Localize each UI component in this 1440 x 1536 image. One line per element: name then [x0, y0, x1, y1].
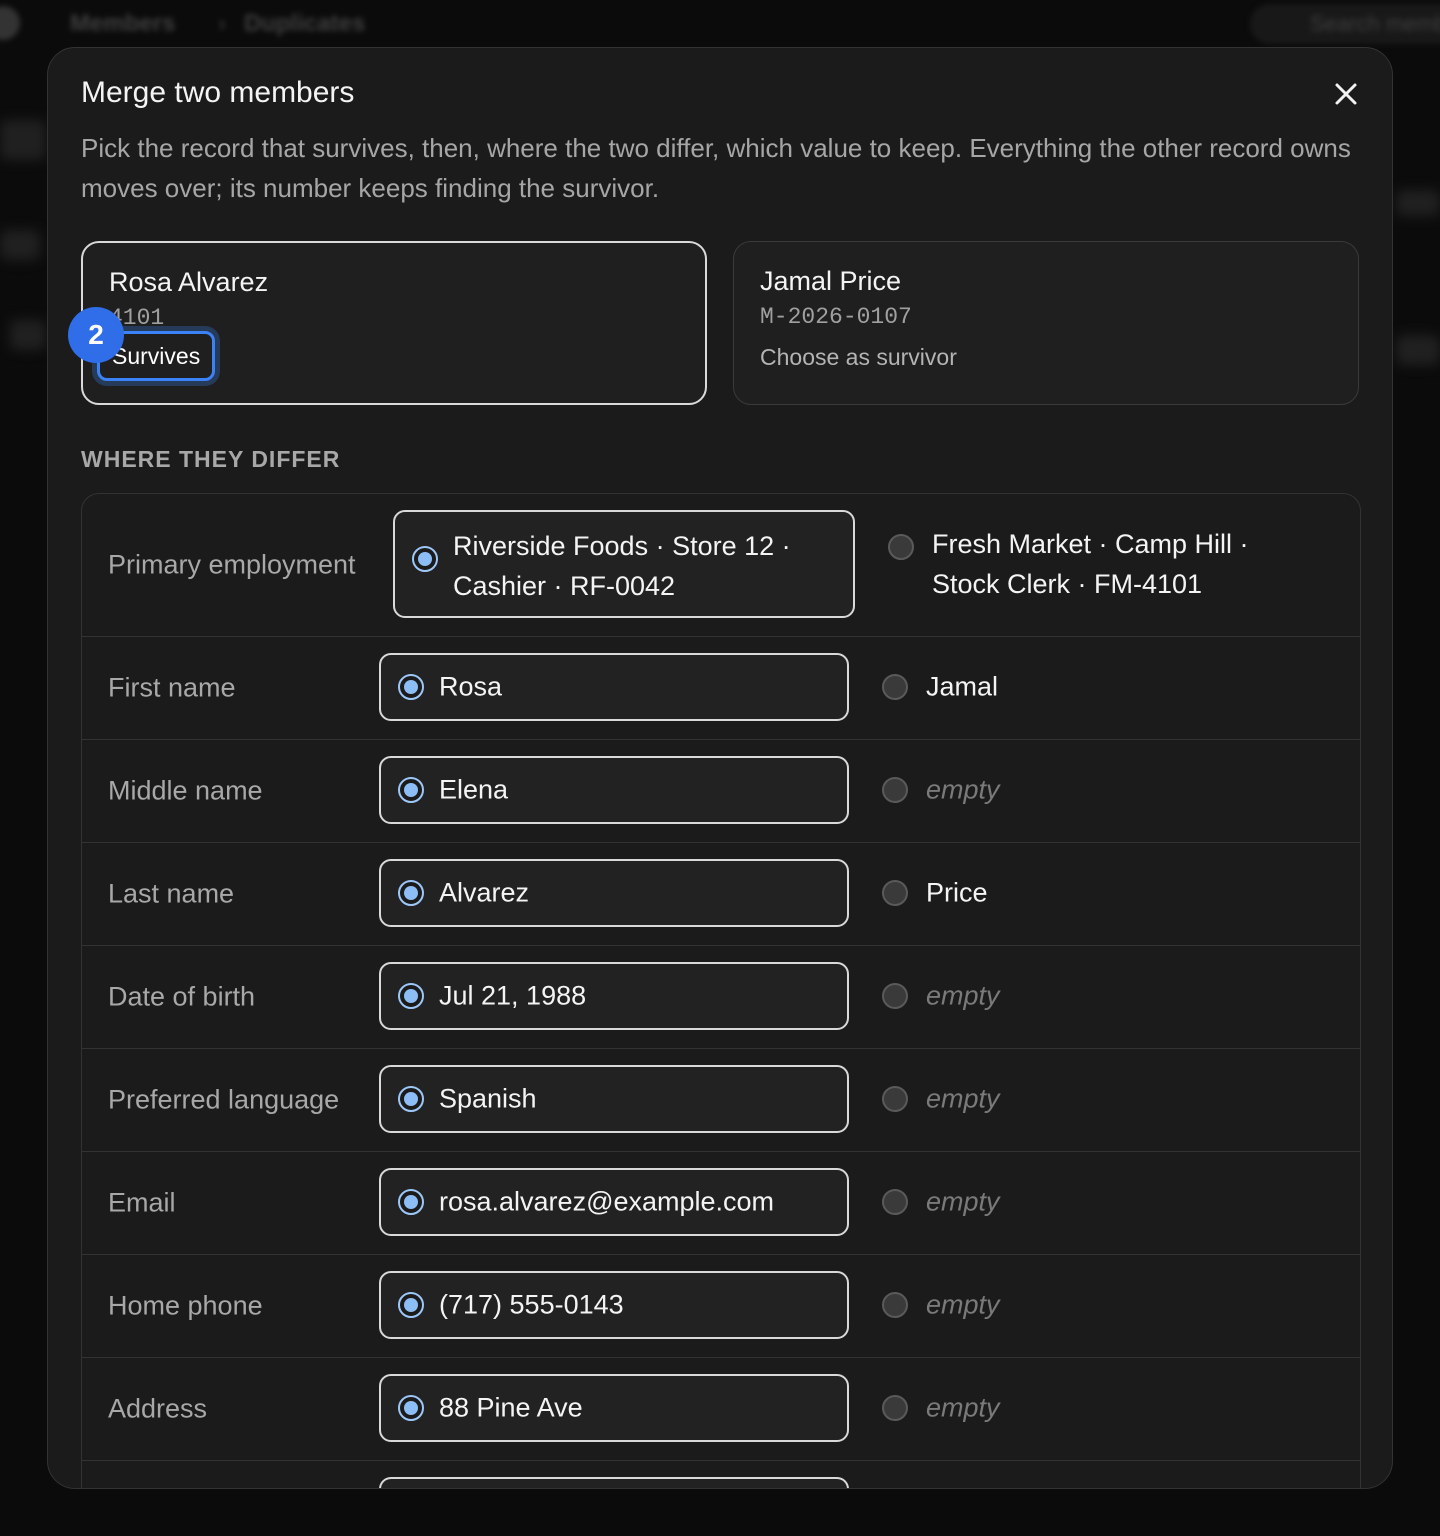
radio-selected-icon[interactable] — [412, 546, 438, 572]
radio-selected-icon[interactable] — [398, 983, 424, 1009]
radio-selected-icon[interactable] — [398, 1189, 424, 1215]
radio-selected-icon[interactable] — [398, 1292, 424, 1318]
radio-selected-icon[interactable] — [398, 1086, 424, 1112]
value-a: Alvarez — [439, 877, 530, 908]
option-b[interactable]: Jamal — [882, 653, 1312, 721]
option-b[interactable]: Fresh Market · Camp Hill · Stock Clerk ·… — [888, 510, 1308, 618]
background-breadcrumb-duplicates: Duplicates — [244, 10, 366, 37]
value-a: rosa.alvarez@example.com — [439, 1186, 775, 1217]
option-b[interactable]: empty — [882, 962, 1312, 1030]
option-b[interactable]: empty — [882, 1065, 1312, 1133]
section-label: WHERE THEY DIFFER — [81, 446, 341, 472]
field-label: Date of birth — [108, 981, 256, 1012]
field-label: Home phone — [108, 1290, 263, 1321]
diff-row-cut-off — [82, 1461, 1360, 1488]
background-breadcrumb-members: Members — [70, 10, 176, 37]
diff-row-first-name: First name Rosa Jamal — [82, 637, 1360, 740]
diff-row-date-of-birth: Date of birth Jul 21, 1988 empty — [82, 946, 1360, 1049]
background-breadcrumb-separator: › — [218, 10, 226, 37]
value-a: Rosa — [439, 671, 503, 702]
option-a[interactable]: Elena — [379, 756, 849, 824]
diff-row-last-name: Last name Alvarez Price — [82, 843, 1360, 946]
member-name: Rosa Alvarez — [109, 267, 269, 297]
dialog-description: Pick the record that survives, then, whe… — [81, 133, 1351, 203]
option-a[interactable]: Rosa — [379, 653, 849, 721]
diff-row-middle-name: Middle name Elena empty — [82, 740, 1360, 843]
option-a[interactable]: rosa.alvarez@example.com — [379, 1168, 849, 1236]
radio-unselected-icon[interactable] — [888, 534, 914, 560]
radio-selected-icon[interactable] — [398, 777, 424, 803]
radio-unselected-icon[interactable] — [882, 1189, 908, 1215]
member-card-jamal[interactable]: Jamal Price M-2026-0107 Choose as surviv… — [733, 241, 1359, 405]
value-a: 88 Pine Ave — [439, 1392, 583, 1423]
step-marker: 2 — [68, 307, 124, 363]
option-b[interactable]: empty — [882, 756, 1312, 824]
option-a[interactable]: (717) 555-0143 — [379, 1271, 849, 1339]
background-blur-block — [1396, 335, 1440, 365]
member-card-rosa[interactable]: Rosa Alvarez 4101 Survives 2 — [68, 241, 707, 405]
radio-unselected-icon[interactable] — [882, 674, 908, 700]
radio-unselected-icon[interactable] — [882, 1292, 908, 1318]
option-b[interactable]: Price — [882, 859, 1312, 927]
option-b[interactable]: empty — [882, 1168, 1312, 1236]
member-id: M-2026-0107 — [760, 304, 912, 330]
field-label: Address — [108, 1393, 208, 1424]
value-a: Riverside Foods · Store 12 · Cashier · R… — [453, 531, 791, 601]
value-b: Price — [926, 877, 988, 908]
value-b-empty: empty — [926, 980, 1000, 1011]
diff-row-preferred-language: Preferred language Spanish empty — [82, 1049, 1360, 1152]
diff-row-home-phone: Home phone (717) 555-0143 empty — [82, 1255, 1360, 1358]
value-a: (717) 555-0143 — [439, 1289, 624, 1320]
value-b-empty: empty — [926, 1186, 1000, 1217]
radio-unselected-icon[interactable] — [882, 983, 908, 1009]
value-b-empty: empty — [926, 774, 1000, 805]
radio-unselected-icon[interactable] — [882, 777, 908, 803]
value-a: Jul 21, 1988 — [439, 980, 587, 1011]
diff-row-address: Address 88 Pine Ave empty — [82, 1358, 1360, 1461]
differences-table: Primary employment Riverside Foods · Sto… — [81, 493, 1361, 1488]
radio-selected-icon[interactable] — [398, 880, 424, 906]
value-b-empty: empty — [926, 1083, 1000, 1114]
option-a[interactable]: Jul 21, 1988 — [379, 962, 849, 1030]
option-b[interactable]: empty — [882, 1374, 1312, 1442]
background-topbar: Members › Duplicates Search members — [0, 0, 1440, 48]
value-b-empty: empty — [926, 1289, 1000, 1320]
radio-selected-icon[interactable] — [398, 674, 424, 700]
option-a[interactable]: Spanish — [379, 1065, 849, 1133]
diff-row-primary-employment: Primary employment Riverside Foods · Sto… — [82, 494, 1360, 637]
radio-unselected-icon[interactable] — [882, 880, 908, 906]
close-icon[interactable] — [1328, 76, 1364, 112]
member-name: Jamal Price — [760, 266, 902, 296]
field-label: Last name — [108, 878, 235, 909]
field-label: Primary employment — [108, 549, 356, 580]
option-a[interactable]: Riverside Foods · Store 12 · Cashier · R… — [393, 510, 855, 618]
background-logo — [0, 6, 20, 40]
value-b-empty: empty — [926, 1392, 1000, 1423]
radio-selected-icon[interactable] — [398, 1395, 424, 1421]
background-blur-block — [0, 120, 46, 160]
option-a[interactable]: Alvarez — [379, 859, 849, 927]
radio-unselected-icon[interactable] — [882, 1395, 908, 1421]
option-a[interactable]: 88 Pine Ave — [379, 1374, 849, 1442]
field-label: First name — [108, 672, 236, 703]
dialog-title: Merge two members — [81, 76, 355, 109]
merge-dialog: Merge two members Pick the record that s… — [47, 47, 1393, 1489]
background-blur-block — [0, 230, 40, 260]
value-a: Spanish — [439, 1083, 537, 1114]
field-label: Email — [108, 1187, 176, 1218]
value-a: Elena — [439, 774, 509, 805]
option-a[interactable] — [379, 1477, 849, 1488]
choose-survivor-link[interactable]: Choose as survivor — [760, 344, 1332, 371]
background-blur-block — [1396, 190, 1440, 216]
field-label: Preferred language — [108, 1084, 340, 1115]
background-search: Search members — [1250, 4, 1440, 44]
value-b: Jamal — [926, 671, 999, 702]
field-label: Middle name — [108, 775, 263, 806]
diff-row-email: Email rosa.alvarez@example.com empty — [82, 1152, 1360, 1255]
value-b: Fresh Market · Camp Hill · Stock Clerk ·… — [932, 529, 1249, 599]
option-b[interactable]: empty — [882, 1271, 1312, 1339]
background-blur-block — [10, 320, 46, 350]
radio-unselected-icon[interactable] — [882, 1086, 908, 1112]
